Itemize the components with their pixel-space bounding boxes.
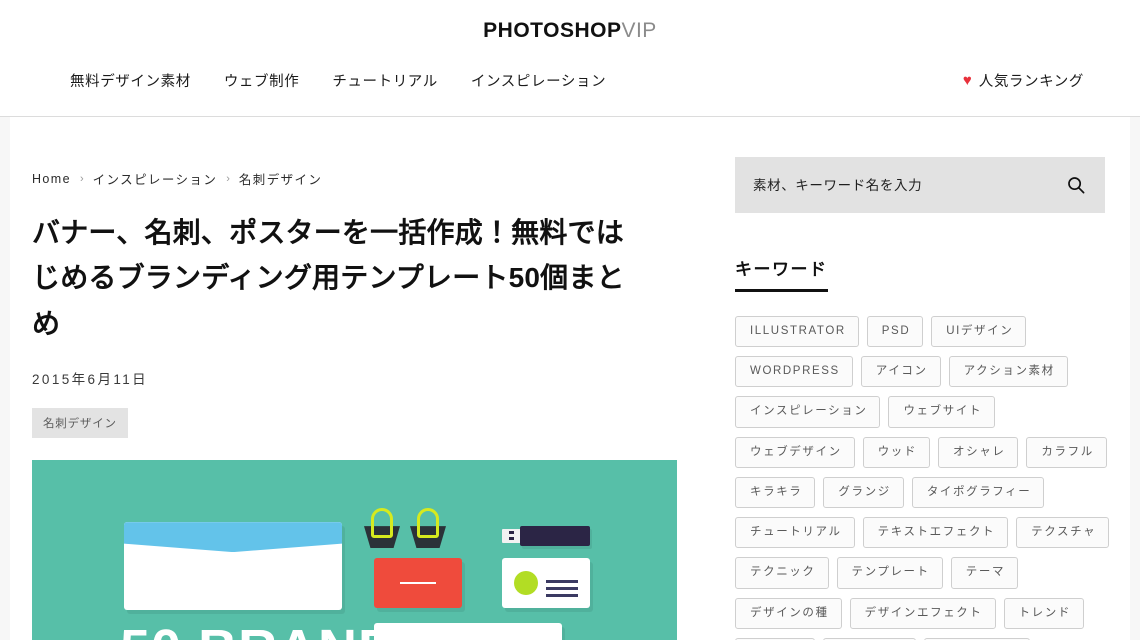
business-card-large: [374, 623, 562, 640]
keyword-tag[interactable]: UIデザイン: [931, 316, 1027, 348]
site-header: PHOTOSHOPVIP 無料デザイン素材 ウェブ制作 チュートリアル インスピ…: [0, 0, 1140, 117]
keyword-tag[interactable]: テンプレート: [836, 557, 943, 589]
site-logo[interactable]: PHOTOSHOPVIP: [483, 19, 657, 43]
breadcrumb: Home › インスピレーション › 名刺デザイン: [32, 169, 710, 188]
usb-connector: [502, 529, 522, 544]
business-card-logo-dot: [514, 571, 538, 596]
keyword-tag[interactable]: テクニック: [735, 557, 829, 589]
binder-clip-icon: [364, 508, 400, 549]
main-content-column: Home › インスピレーション › 名刺デザイン バナー、名刺、ポスターを一括…: [10, 117, 710, 640]
search-box: [735, 157, 1105, 213]
keyword-tag[interactable]: アイコン: [860, 356, 941, 388]
keyword-tag[interactable]: デザインエフェクト: [849, 597, 996, 629]
keyword-tag[interactable]: テーマ: [950, 557, 1019, 589]
red-card: [374, 558, 462, 609]
keyword-tag[interactable]: PSD: [866, 316, 924, 348]
business-card-text-line: [546, 594, 578, 598]
keyword-tag-list: ILLUSTRATOR PSD UIデザイン WORDPRESS アイコン アクション素材…: [735, 316, 1115, 640]
nav-item-web-production[interactable]: ウェブ制作: [224, 70, 300, 91]
keyword-tag[interactable]: ウェブデザイン: [735, 436, 855, 468]
keyword-tag[interactable]: アクション素材: [948, 356, 1068, 388]
nav-ranking-link[interactable]: ♥ 人気ランキング: [963, 70, 1112, 91]
binder-clip-icon: [410, 508, 446, 549]
keyword-tag[interactable]: オシャレ: [938, 436, 1019, 468]
nav-item-tutorial[interactable]: チュートリアル: [332, 70, 438, 91]
breadcrumb-item-inspiration[interactable]: インスピレーション: [93, 169, 218, 188]
red-card-line: [400, 582, 436, 585]
main-navigation: 無料デザイン素材 ウェブ制作 チュートリアル インスピレーション ♥ 人気ランキ…: [0, 70, 1140, 91]
business-card-text-line: [546, 587, 578, 591]
logo-main-text: PHOTOSHOP: [483, 19, 622, 42]
keywords-heading: キーワード: [735, 255, 828, 292]
hero-heading: 50 BRAND: [120, 622, 398, 640]
nav-ranking-label: 人気ランキング: [978, 74, 1084, 90]
keyword-tag[interactable]: ウッド: [862, 436, 931, 468]
envelope-flap: [124, 522, 342, 553]
keyword-tag[interactable]: カラフル: [1026, 436, 1107, 468]
post-category-badge[interactable]: 名刺デザイン: [32, 408, 128, 439]
nav-items: 無料デザイン素材 ウェブ制作 チュートリアル インスピレーション: [70, 70, 606, 91]
post-date: 2015年6月11日: [32, 372, 149, 388]
keyword-tag[interactable]: インスピレーション: [735, 396, 881, 428]
envelope-icon: [124, 522, 342, 611]
search-button[interactable]: [1063, 176, 1089, 194]
nav-item-free-design[interactable]: 無料デザイン素材: [70, 70, 191, 91]
keyword-tag[interactable]: デザインの種: [735, 597, 842, 629]
binder-clip-wire: [417, 508, 439, 539]
business-card-text-line: [546, 580, 578, 584]
keyword-tag[interactable]: チュートリアル: [735, 517, 855, 549]
heart-icon: ♥: [962, 72, 972, 89]
keyword-tag[interactable]: キラキラ: [735, 476, 816, 509]
page-container: Home › インスピレーション › 名刺デザイン バナー、名刺、ポスターを一括…: [10, 117, 1130, 640]
business-card: [502, 558, 590, 609]
breadcrumb-separator-icon: ›: [79, 172, 84, 185]
breadcrumb-separator-icon: ›: [226, 172, 230, 185]
keyword-tag[interactable]: トレンド: [1003, 597, 1084, 629]
hero-illustration: 50 BRAND: [32, 460, 677, 640]
search-icon: [1068, 177, 1085, 194]
search-input[interactable]: [753, 177, 1063, 193]
binder-clip-wire: [371, 508, 393, 539]
keyword-tag[interactable]: ウェブサイト: [888, 396, 996, 428]
sidebar: キーワード ILLUSTRATORPSDUIデザイン WORDPRESSアイコンア…: [710, 117, 1130, 640]
keyword-tag[interactable]: WORDPRESS: [735, 356, 853, 388]
keyword-tag[interactable]: ILLUSTRATOR: [735, 316, 859, 348]
logo-wrapper: PHOTOSHOPVIP: [0, 0, 1140, 43]
keyword-tag[interactable]: テキストエフェクト: [862, 517, 1009, 549]
keywords-heading-wrapper: キーワード: [735, 255, 1105, 292]
nav-item-inspiration[interactable]: インスピレーション: [471, 70, 606, 91]
usb-body: [520, 526, 590, 547]
breadcrumb-item-home[interactable]: Home: [32, 172, 71, 186]
logo-suffix-text: VIP: [621, 19, 657, 42]
page-title: バナー、名刺、ポスターを一括作成！無料ではじめるブランディング用テンプレート50…: [32, 217, 625, 339]
keyword-tag[interactable]: グランジ: [823, 476, 904, 509]
breadcrumb-item-business-card-design[interactable]: 名刺デザイン: [239, 169, 322, 188]
keyword-tag[interactable]: テクスチャ: [1016, 517, 1110, 549]
keyword-tag[interactable]: タイポグラフィー: [911, 476, 1045, 509]
